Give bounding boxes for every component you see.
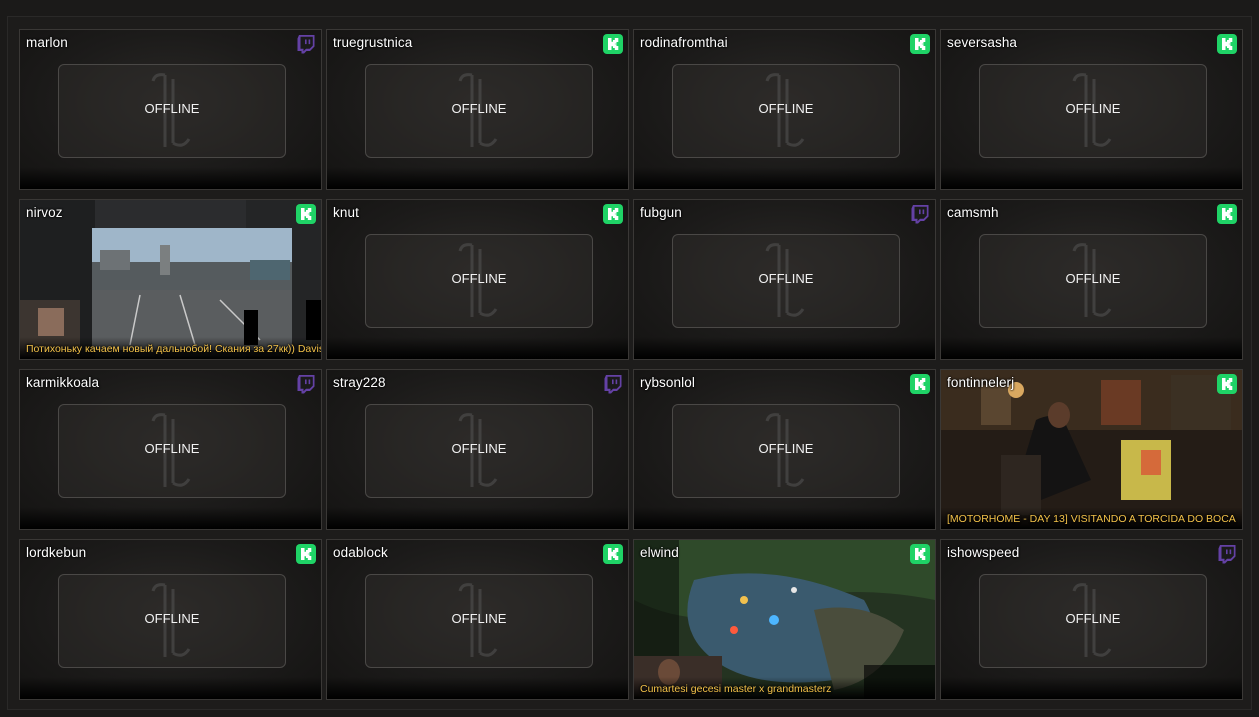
stream-grid: marlon OFFLINE truegrustnica OFFLINE rod… [19,29,1243,700]
offline-label: OFFLINE [758,101,814,116]
channel-name: camsmh [947,205,999,220]
channel-name: nirvoz [26,205,63,220]
stream-tile[interactable]: truegrustnica OFFLINE [326,29,629,190]
channel-name: seversasha [947,35,1018,50]
kick-icon [296,204,316,224]
twitch-icon [296,374,316,394]
stream-tile[interactable]: camsmh OFFLINE [940,199,1243,360]
channel-name: knut [333,205,359,220]
kick-icon [603,204,623,224]
stream-tile[interactable]: elwind Cumartesi gecesi master x grandma… [633,539,936,700]
kick-icon [603,34,623,54]
stream-tile[interactable]: karmikkoala OFFLINE [19,369,322,530]
offline-placeholder: OFFLINE [979,574,1207,668]
twitch-icon [296,34,316,54]
offline-label: OFFLINE [758,441,814,456]
offline-placeholder: OFFLINE [58,574,286,668]
offline-label: OFFLINE [451,271,507,286]
offline-placeholder: OFFLINE [979,64,1207,158]
offline-placeholder: OFFLINE [58,404,286,498]
stream-tile[interactable]: marlon OFFLINE [19,29,322,190]
channel-name: stray228 [333,375,386,390]
stream-title: [MOTORHOME - DAY 13] VISITANDO A TORCIDA… [947,513,1236,525]
stream-tile[interactable]: rybsonlol OFFLINE [633,369,936,530]
stream-tile[interactable]: ishowspeed OFFLINE [940,539,1243,700]
channel-name: lordkebun [26,545,87,560]
stream-tile[interactable]: seversasha OFFLINE [940,29,1243,190]
stream-thumbnail [634,540,935,699]
stream-tile[interactable]: fubgun OFFLINE [633,199,936,360]
offline-placeholder: OFFLINE [58,64,286,158]
channel-name: ishowspeed [947,545,1020,560]
twitch-icon [603,374,623,394]
offline-label: OFFLINE [1065,271,1121,286]
kick-icon [1217,374,1237,394]
offline-placeholder: OFFLINE [979,234,1207,328]
offline-label: OFFLINE [144,611,200,626]
channel-name: fubgun [640,205,682,220]
offline-placeholder: OFFLINE [365,234,593,328]
offline-label: OFFLINE [144,441,200,456]
kick-icon [910,34,930,54]
offline-placeholder: OFFLINE [365,404,593,498]
channel-name: elwind [640,545,679,560]
offline-label: OFFLINE [144,101,200,116]
offline-label: OFFLINE [758,271,814,286]
offline-label: OFFLINE [451,101,507,116]
kick-icon [1217,204,1237,224]
offline-placeholder: OFFLINE [365,574,593,668]
kick-icon [910,544,930,564]
stream-tile[interactable]: nirvoz Потихоньку качаем новый дальнобой… [19,199,322,360]
stream-thumbnail [941,370,1242,529]
offline-label: OFFLINE [1065,101,1121,116]
channel-name: marlon [26,35,68,50]
offline-placeholder: OFFLINE [672,64,900,158]
channel-name: fontinnelerj [947,375,1015,390]
kick-icon [296,544,316,564]
channel-name: truegrustnica [333,35,413,50]
stream-tile[interactable]: rodinafromthai OFFLINE [633,29,936,190]
stream-tile[interactable]: stray228 OFFLINE [326,369,629,530]
twitch-icon [910,204,930,224]
stream-tile[interactable]: knut OFFLINE [326,199,629,360]
stream-title: Cumartesi gecesi master x grandmasterz [640,683,832,695]
offline-placeholder: OFFLINE [672,234,900,328]
stream-thumbnail [20,200,321,359]
stream-tile[interactable]: fontinnelerj [MOTORHOME - DAY 13] VISITA… [940,369,1243,530]
channel-name: karmikkoala [26,375,100,390]
kick-icon [910,374,930,394]
offline-label: OFFLINE [451,611,507,626]
offline-placeholder: OFFLINE [365,64,593,158]
stream-title: Потихоньку качаем новый дальнобой! Скани… [26,343,322,355]
channel-name: rybsonlol [640,375,695,390]
kick-icon [603,544,623,564]
offline-label: OFFLINE [1065,611,1121,626]
offline-placeholder: OFFLINE [672,404,900,498]
twitch-icon [1217,544,1237,564]
stream-tile[interactable]: lordkebun OFFLINE [19,539,322,700]
channel-name: odablock [333,545,388,560]
offline-label: OFFLINE [451,441,507,456]
stream-tile[interactable]: odablock OFFLINE [326,539,629,700]
channel-name: rodinafromthai [640,35,728,50]
kick-icon [1217,34,1237,54]
